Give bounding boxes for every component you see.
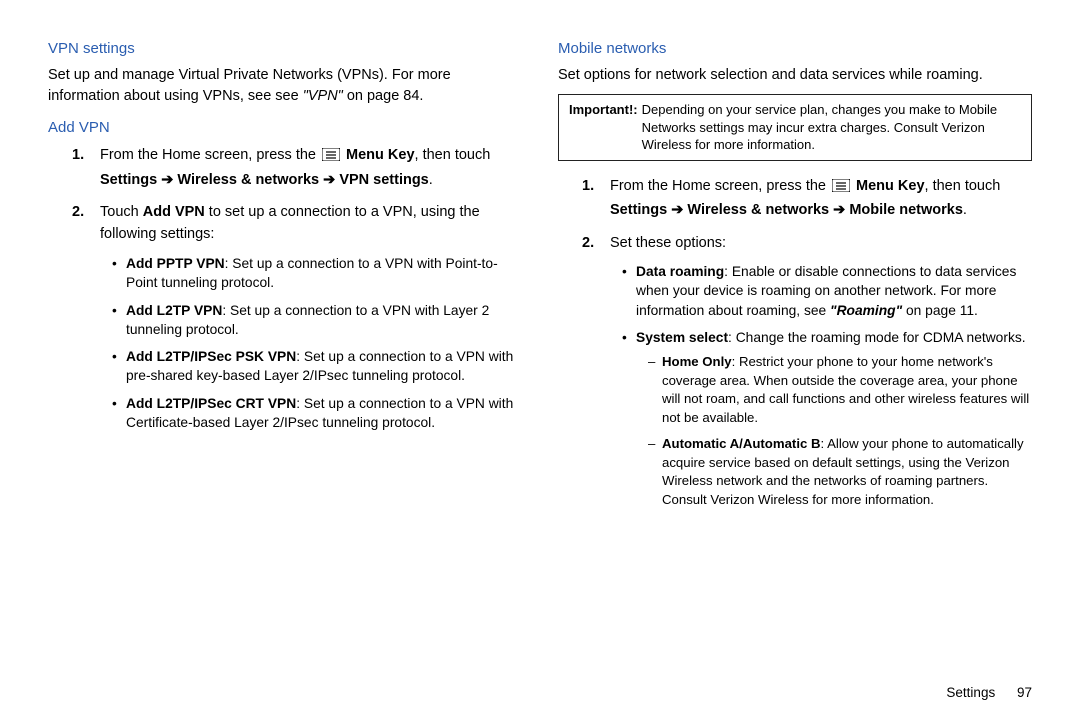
vpn-type-title: Add PPTP VPN xyxy=(126,256,225,271)
vpn-type-title: Add L2TP/IPSec CRT VPN xyxy=(126,396,296,411)
mobile-steps: 1. From the Home screen, press the Menu … xyxy=(582,175,1032,510)
option-title: Data roaming xyxy=(636,264,724,279)
list-item: System select: Change the roaming mode f… xyxy=(622,328,1032,509)
section-name: Settings xyxy=(946,685,995,700)
menu-key-label: Menu Key xyxy=(852,178,925,194)
mode-title: Automatic A/Automatic B xyxy=(662,436,821,451)
list-item: Add L2TP VPN: Set up a connection to a V… xyxy=(112,301,522,340)
option-desc: : Change the roaming mode for CDMA netwo… xyxy=(728,330,1026,345)
step-number: 1. xyxy=(72,144,84,166)
mobile-networks-heading: Mobile networks xyxy=(558,40,1032,57)
step2-text: Set these options: xyxy=(610,235,726,251)
left-column: VPN settings Set up and manage Virtual P… xyxy=(48,40,522,519)
list-item: Add PPTP VPN: Set up a connection to a V… xyxy=(112,254,522,293)
add-vpn-heading: Add VPN xyxy=(48,119,522,136)
roaming-ref: "Roaming" xyxy=(830,303,902,318)
step-number: 2. xyxy=(582,232,594,254)
step1-path: Settings ➔ Wireless & networks ➔ VPN set… xyxy=(100,172,429,188)
step2-text-a: Touch xyxy=(100,204,143,220)
page-columns: VPN settings Set up and manage Virtual P… xyxy=(48,40,1032,519)
add-vpn-label: Add VPN xyxy=(143,204,205,220)
option-title: System select xyxy=(636,330,728,345)
menu-key-label: Menu Key xyxy=(342,147,415,163)
list-item: Add L2TP/IPSec PSK VPN: Set up a connect… xyxy=(112,347,522,386)
step1-text-a: From the Home screen, press the xyxy=(610,178,830,194)
step1-text-c: . xyxy=(963,202,967,218)
vpn-types-list: Add PPTP VPN: Set up a connection to a V… xyxy=(112,254,522,433)
page-footer: Settings 97 xyxy=(946,685,1032,700)
step-1: 1. From the Home screen, press the Menu … xyxy=(582,175,1032,222)
vpn-ref: "VPN" xyxy=(303,88,343,104)
step1-text-a: From the Home screen, press the xyxy=(100,147,320,163)
step1-text-c: . xyxy=(429,172,433,188)
list-item: Add L2TP/IPSec CRT VPN: Set up a connect… xyxy=(112,394,522,433)
right-column: Mobile networks Set options for network … xyxy=(558,40,1032,519)
list-item: Data roaming: Enable or disable connecti… xyxy=(622,262,1032,320)
vpn-intro-text: Set up and manage Virtual Private Networ… xyxy=(48,65,522,107)
vpn-settings-heading: VPN settings xyxy=(48,40,522,57)
page-number: 97 xyxy=(1017,685,1032,700)
important-text: Depending on your service plan, changes … xyxy=(642,101,1021,154)
important-note: Important!: Depending on your service pl… xyxy=(558,94,1032,161)
menu-key-icon xyxy=(832,177,850,199)
system-select-modes: Home Only: Restrict your phone to your h… xyxy=(648,353,1032,509)
step1-text-b: , then touch xyxy=(925,178,1001,194)
mobile-options-list: Data roaming: Enable or disable connecti… xyxy=(622,262,1032,509)
vpn-intro-part2: on page 84. xyxy=(343,88,424,104)
list-item: Automatic A/Automatic B: Allow your phon… xyxy=(648,435,1032,509)
mode-title: Home Only xyxy=(662,354,732,369)
list-item: Home Only: Restrict your phone to your h… xyxy=(648,353,1032,427)
step-1: 1. From the Home screen, press the Menu … xyxy=(72,144,522,191)
step1-text-b: , then touch xyxy=(415,147,491,163)
step-2: 2. Touch Add VPN to set up a connection … xyxy=(72,201,522,432)
vpn-type-title: Add L2TP VPN xyxy=(126,303,222,318)
menu-key-icon xyxy=(322,146,340,168)
step-number: 1. xyxy=(582,175,594,197)
step1-path: Settings ➔ Wireless & networks ➔ Mobile … xyxy=(610,202,963,218)
step-2: 2. Set these options: Data roaming: Enab… xyxy=(582,232,1032,510)
mobile-intro-text: Set options for network selection and da… xyxy=(558,65,1032,86)
important-label: Important!: xyxy=(569,101,642,154)
vpn-type-title: Add L2TP/IPSec PSK VPN xyxy=(126,349,296,364)
add-vpn-steps: 1. From the Home screen, press the Menu … xyxy=(72,144,522,432)
step-number: 2. xyxy=(72,201,84,223)
option-desc-part2: on page 11. xyxy=(902,303,978,318)
